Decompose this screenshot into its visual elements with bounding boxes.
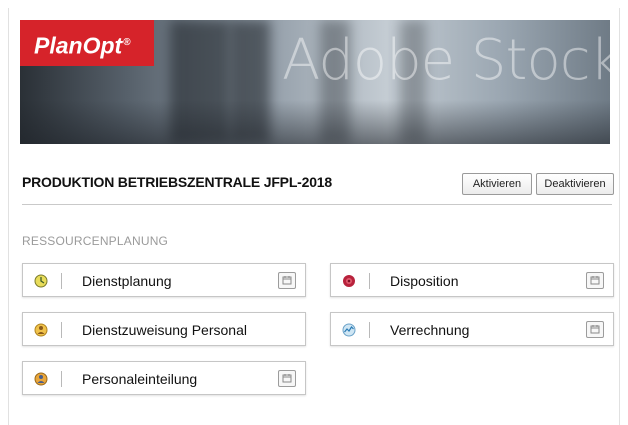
chart-icon [342,323,356,337]
calendar-icon[interactable] [586,321,604,338]
tile-disposition[interactable]: Disposition [330,263,614,297]
person-gear-icon [34,323,48,337]
tile-separator [61,322,62,338]
tile-separator [61,273,62,289]
person-icon [34,372,48,386]
section-heading: RESSOURCENPLANUNG [22,234,169,248]
logo-registered-mark: ® [123,37,131,48]
tile-label: Verrechnung [390,322,470,338]
tile-label: Dienstplanung [82,273,172,289]
tile-label: Personaleinteilung [82,371,198,387]
tile-label: Dienstzuweisung Personal [82,322,247,338]
tile-separator [369,322,370,338]
activate-button[interactable]: Aktivieren [462,173,532,195]
deactivate-button[interactable]: Deaktivieren [536,173,614,195]
tile-separator [61,371,62,387]
calendar-icon[interactable] [278,370,296,387]
tile-dienstplanung[interactable]: Dienstplanung [22,263,306,297]
banner-floor [20,100,610,144]
tile-label: Disposition [390,273,459,289]
tile-separator [369,273,370,289]
header-divider [22,204,612,205]
page-title: PRODUKTION BETRIEBSZENTRALE JFPL-2018 [22,174,332,190]
calendar-icon[interactable] [278,272,296,289]
tile-dienstzuweisung-personal[interactable]: Dienstzuweisung Personal [22,312,306,346]
calendar-icon[interactable] [586,272,604,289]
gear-red-icon [343,275,355,287]
planopt-logo[interactable]: PlanOpt® [20,20,154,66]
clock-icon [34,274,48,288]
logo-text: PlanOpt [34,32,123,59]
tile-personaleinteilung[interactable]: Personaleinteilung [22,361,306,395]
banner-watermark: Adobe Stock [282,28,610,93]
tile-verrechnung[interactable]: Verrechnung [330,312,614,346]
